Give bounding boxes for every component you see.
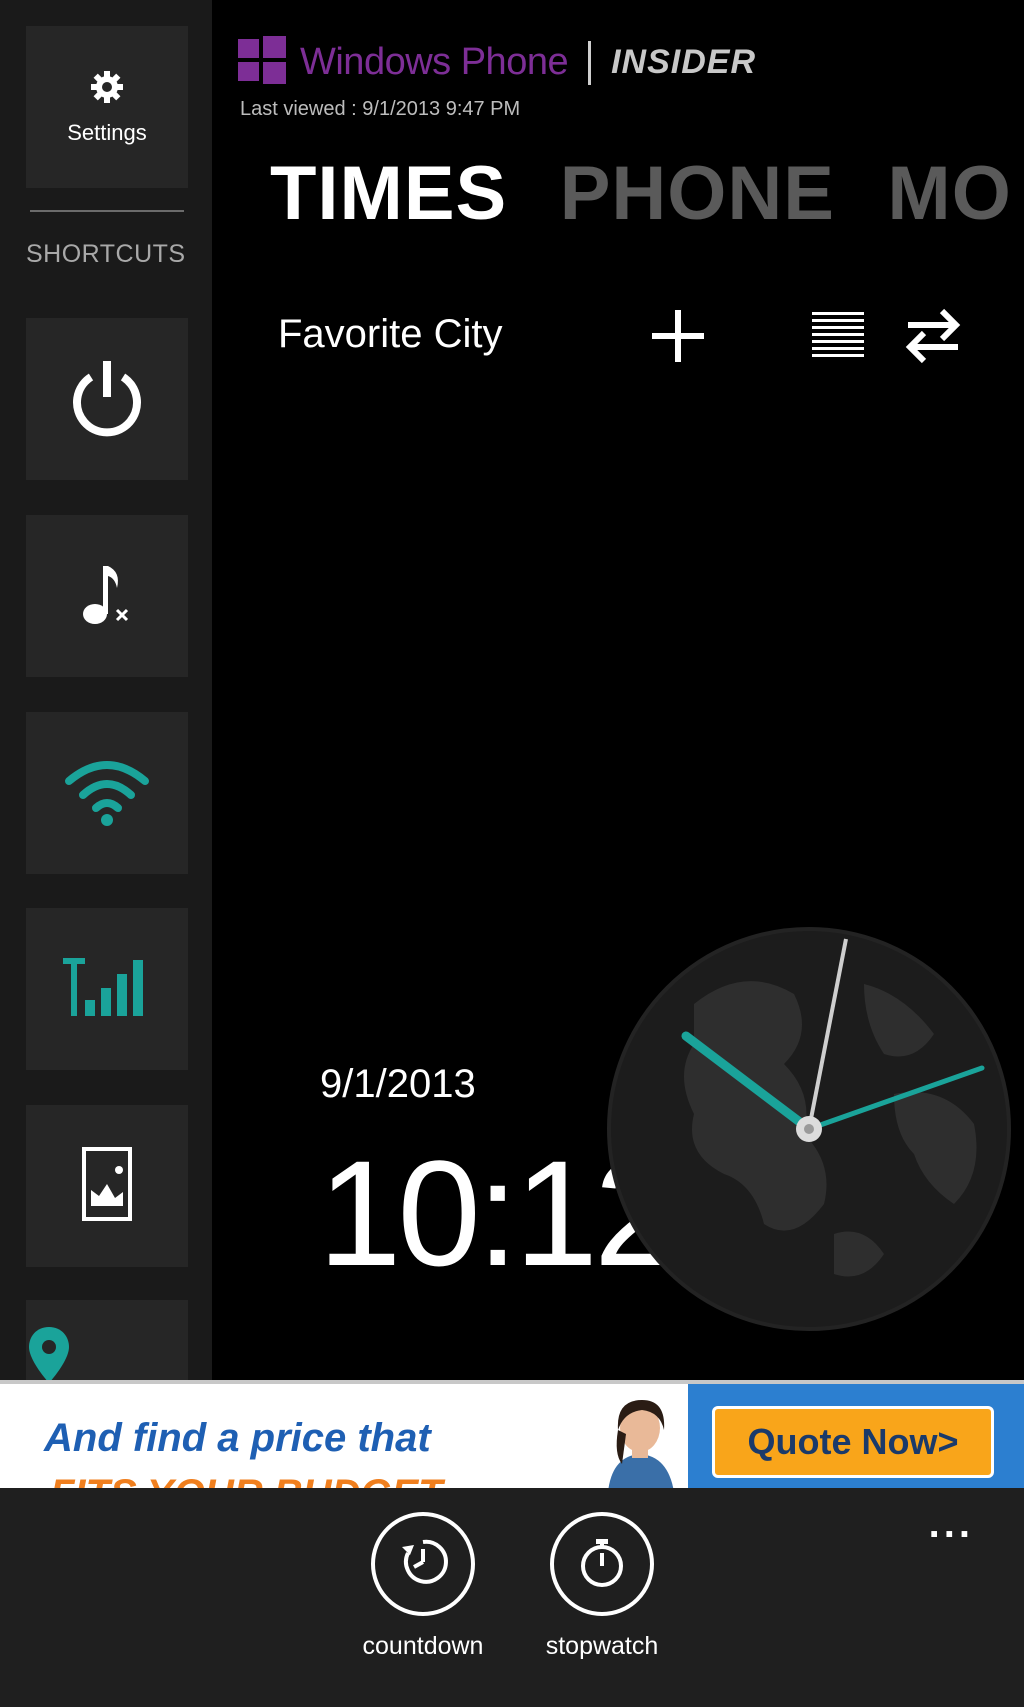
shortcut-cellular[interactable] [26,908,188,1070]
swap-icon [902,307,964,370]
countdown-circle [371,1512,475,1616]
shortcut-location[interactable] [26,1300,188,1380]
cellular-icon [61,956,153,1023]
settings-button[interactable]: Settings [26,26,188,188]
photo-icon [81,1146,133,1227]
more-options-icon[interactable]: ... [929,1502,974,1547]
countdown-label: countdown [362,1632,484,1660]
tab-phone[interactable]: PHONE [560,150,835,237]
tab-more[interactable]: MO [887,150,1011,237]
settings-label: Settings [67,119,147,145]
shortcuts-heading: SHORTCUTS [26,240,186,268]
shortcut-wifi[interactable] [26,712,188,874]
stopwatch-circle [550,1512,654,1616]
ad-banner[interactable]: And find a price that FITS YOUR BUDGET Q… [0,1380,1024,1492]
sidebar-divider [30,210,184,212]
brand-header: Windows Phone INSIDER [238,36,756,89]
current-date: 9/1/2013 [320,1062,476,1106]
power-icon [65,355,149,444]
shortcut-lockscreen[interactable] [26,1105,188,1267]
wifi-icon [61,755,153,832]
countdown-icon [396,1535,450,1594]
brand-name: Windows Phone [300,41,569,83]
swap-city-button[interactable] [895,302,971,374]
add-city-button[interactable] [640,302,716,374]
ad-person-image [590,1394,690,1492]
stopwatch-label: stopwatch [545,1632,659,1660]
ad-headline: And find a price that [44,1416,431,1460]
countdown-button[interactable]: countdown [343,1512,503,1661]
city-list-button[interactable] [800,302,876,374]
app-bar: ... countdown stopwatch [0,1488,1024,1707]
gear-icon [89,69,125,110]
add-icon [650,308,706,369]
shortcut-power[interactable] [26,318,188,480]
sidebar: Settings SHORTCUTS [0,0,212,1380]
location-icon [26,1325,72,1380]
stopwatch-icon [575,1535,629,1594]
list-icon [810,310,866,367]
shortcut-mute-ringer[interactable] [26,515,188,677]
stopwatch-button[interactable]: stopwatch [522,1512,682,1661]
last-viewed-text: Last viewed : 9/1/2013 9:47 PM [240,98,521,120]
favorite-city-label: Favorite City [278,312,503,356]
brand-separator [588,40,592,85]
quote-now-button[interactable]: Quote Now> [712,1406,994,1478]
tab-times[interactable]: TIMES [270,150,507,237]
brand-insider: INSIDER [611,43,757,81]
mute-icon [77,558,137,635]
analog-world-clock [604,924,1014,1339]
windows-logo-icon [238,36,286,89]
pivot-tabs: TIMES PHONE MO [270,150,1024,237]
